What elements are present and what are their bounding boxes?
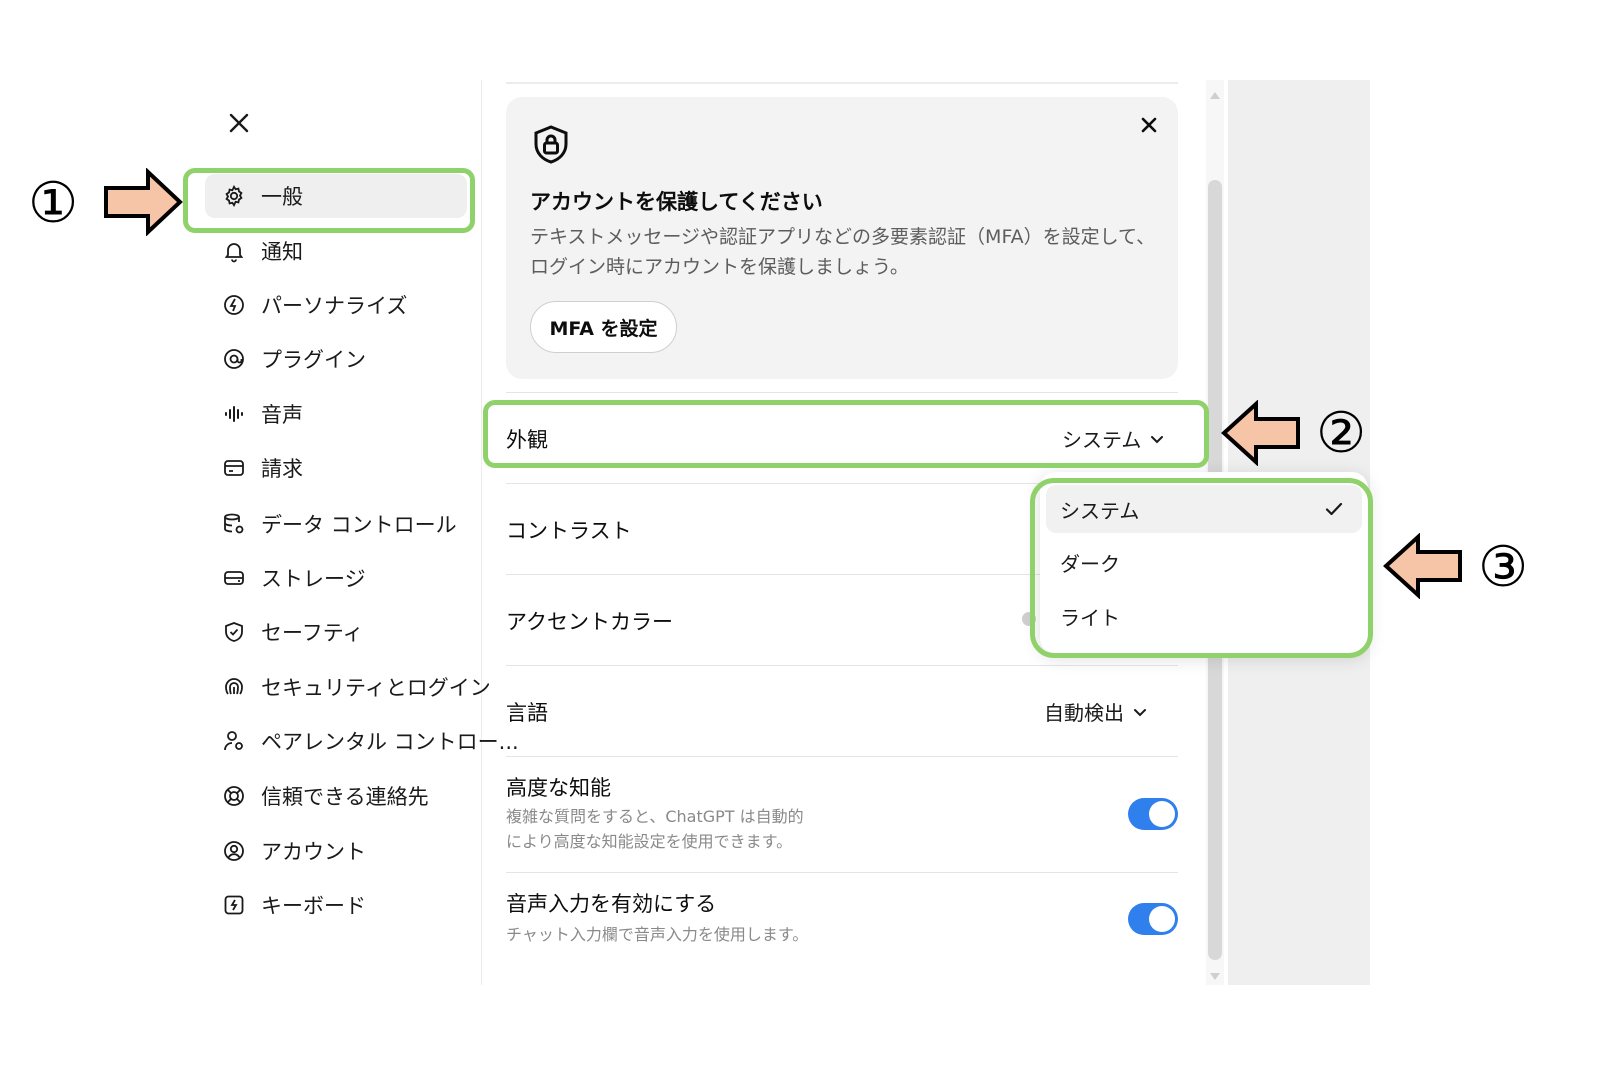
chevron-down-icon — [1134, 708, 1146, 716]
divider — [506, 392, 1178, 393]
close-settings-button[interactable] — [224, 108, 254, 138]
divider — [506, 872, 1178, 873]
sidebar-item-label: 通知 — [261, 240, 303, 264]
mfa-title: アカウントを保護してください — [530, 190, 823, 214]
scroll-up-arrow[interactable] — [1208, 86, 1222, 99]
card-icon — [221, 455, 247, 481]
advanced-intelligence-toggle[interactable] — [1128, 798, 1178, 830]
sidebar-item-trusted-contacts[interactable]: 信頼できる連絡先 — [205, 774, 467, 818]
sidebar-item-label: セキュリティとログイン — [261, 676, 491, 700]
sidebar-item-data-controls[interactable]: データ コントロール — [205, 502, 467, 546]
language-select[interactable]: 自動検出 — [1044, 697, 1148, 726]
lifebuoy-icon — [221, 783, 247, 809]
sidebar-item-label: アカウント — [261, 840, 366, 864]
personalize-icon — [221, 292, 247, 318]
sidebar-item-account[interactable]: アカウント — [205, 829, 467, 873]
highlight-box-3 — [1030, 478, 1373, 658]
divider — [506, 756, 1178, 757]
marker-3: ③ — [1478, 535, 1529, 600]
marker-2: ② — [1316, 401, 1367, 466]
sidebar-item-safety[interactable]: セーフティ — [205, 610, 467, 654]
plugin-icon — [221, 346, 247, 372]
highlight-box-1 — [183, 168, 475, 233]
arrow-left-icon — [1383, 533, 1462, 599]
highlight-box-2 — [483, 400, 1209, 468]
sidebar-item-notifications[interactable]: 通知 — [205, 229, 467, 273]
language-label: 言語 — [506, 701, 548, 725]
sidebar-item-label: 信頼できる連絡先 — [261, 785, 429, 809]
sidebar-item-label: 請求 — [261, 457, 303, 481]
lock-icon — [530, 124, 572, 166]
sidebar-item-audio[interactable]: 音声 — [205, 392, 467, 436]
parent-user-icon — [221, 728, 247, 754]
fingerprint-icon — [221, 674, 247, 700]
marker-1: ① — [28, 171, 79, 236]
database-gear-icon — [221, 511, 247, 537]
advanced-intelligence-label: 高度な知能 — [506, 776, 611, 800]
keyboard-icon — [221, 892, 247, 918]
sidebar-divider — [481, 80, 482, 985]
language-value: 自動検出 — [1044, 701, 1124, 725]
audio-wave-icon — [221, 401, 247, 427]
advanced-intelligence-description-line1: 複雑な質問をすると、ChatGPT は自動的 — [506, 807, 804, 826]
close-icon — [229, 113, 249, 133]
dismiss-mfa-button[interactable] — [1134, 110, 1164, 140]
voice-input-toggle[interactable] — [1128, 903, 1178, 935]
contrast-label: コントラスト — [506, 519, 632, 543]
sidebar-item-label: キーボード — [261, 894, 366, 918]
top-divider — [506, 82, 1178, 84]
account-icon — [221, 838, 247, 864]
arrow-right-icon — [104, 168, 183, 236]
toggle-knob — [1149, 906, 1175, 932]
sidebar-item-label: データ コントロール — [261, 513, 457, 537]
sidebar-item-label: 音声 — [261, 403, 303, 427]
sidebar-item-personalize[interactable]: パーソナライズ — [205, 283, 467, 327]
sidebar-item-label: セーフティ — [261, 621, 364, 645]
sidebar-item-parental-controls[interactable]: ペアレンタル コントロー... — [205, 719, 519, 763]
accent-color-label: アクセントカラー — [506, 610, 673, 634]
sidebar-item-plugins[interactable]: プラグイン — [205, 337, 467, 381]
voice-input-label: 音声入力を有効にする — [506, 892, 717, 916]
scroll-down-arrow[interactable] — [1208, 968, 1222, 980]
sidebar-item-storage[interactable]: ストレージ — [205, 556, 467, 600]
setup-mfa-button[interactable]: MFA を設定 — [530, 301, 677, 353]
sidebar-item-label: プラグイン — [261, 348, 366, 372]
close-icon — [1141, 117, 1157, 133]
sidebar-item-security-login[interactable]: セキュリティとログイン — [205, 665, 491, 709]
drive-icon — [221, 565, 247, 591]
divider — [506, 665, 1178, 666]
advanced-intelligence-description-line2: により高度な知能設定を使用できます。 — [506, 832, 793, 851]
sidebar-item-label: ペアレンタル コントロー... — [261, 730, 519, 754]
bell-icon — [221, 238, 247, 264]
arrow-left-icon — [1221, 400, 1300, 466]
shield-check-icon — [221, 619, 247, 645]
mfa-description: テキストメッセージや認証アプリなどの多要素認証（MFA）を設定して、ログイン時に… — [530, 226, 1156, 278]
sidebar-item-keyboard[interactable]: キーボード — [205, 883, 467, 927]
toggle-knob — [1149, 801, 1175, 827]
sidebar-item-label: パーソナライズ — [261, 294, 408, 318]
voice-input-description: チャット入力欄で音声入力を使用します。 — [506, 925, 809, 944]
sidebar-item-label: ストレージ — [261, 567, 366, 591]
sidebar-item-billing[interactable]: 請求 — [205, 446, 467, 490]
